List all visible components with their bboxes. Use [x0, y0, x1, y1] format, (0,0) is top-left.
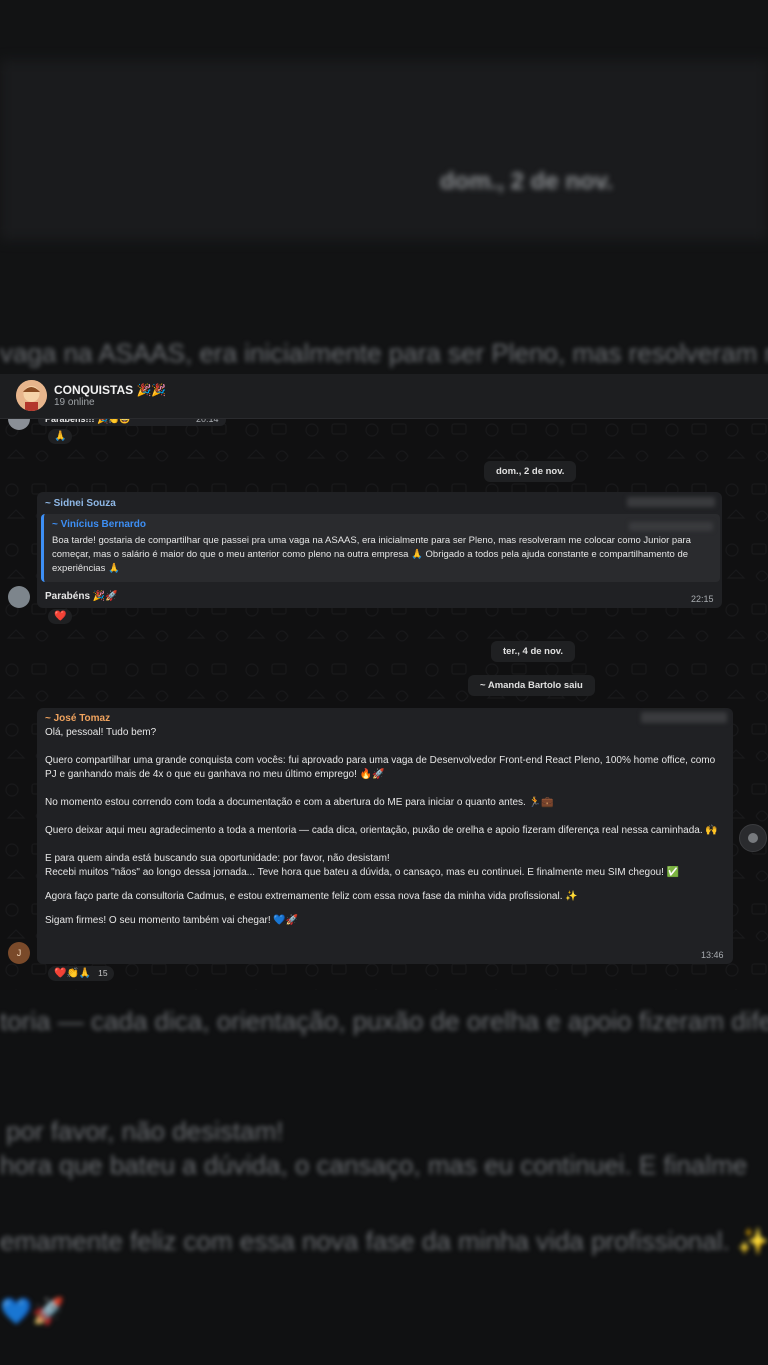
redacted-phone [641, 712, 727, 723]
message-paragraph: Quero deixar aqui meu agradecimento a to… [45, 825, 718, 836]
avatar[interactable] [8, 586, 30, 608]
chat-title: CONQUISTAS 🎉🎉 [54, 383, 167, 397]
message-paragraph: No momento estou correndo com toda a doc… [45, 797, 554, 808]
background-bottom: toria — cada dica, orientação, puxão de … [0, 990, 768, 1365]
message-body: Olá, pessoal! Tudo bem? Quero compartilh… [45, 726, 725, 928]
chat-window: CONQUISTAS 🎉🎉 19 online Parabéns!!! 🎉👏😄 … [0, 374, 768, 990]
scroll-indicator-icon [748, 833, 758, 843]
redacted-phone [627, 497, 715, 507]
message-bubble-sidnei: ~ Sidnei Souza ~ Vinícius Bernardo Boa t… [37, 492, 722, 608]
background-text: toria — cada dica, orientação, puxão de … [0, 1006, 768, 1036]
message-paragraph: Recebi muitos "nãos" ao longo dessa jorn… [45, 867, 680, 878]
background-text: por favor, não desistam! [6, 1116, 284, 1146]
redacted-phone [629, 522, 713, 531]
quoted-sender: ~ Vinícius Bernardo [52, 519, 147, 530]
background-text: 💙🚀 [0, 1296, 65, 1326]
message-paragraph: E para quem ainda está buscando sua opor… [45, 853, 390, 864]
reaction-badge[interactable]: 🙏 [48, 429, 73, 444]
background-date: dom., 2 de nov. [440, 168, 613, 195]
reaction-count: 15 [98, 968, 108, 978]
quoted-text: Boa tarde! gostaria de compartilhar que … [52, 535, 691, 574]
message-sender[interactable]: ~ Sidnei Souza [45, 498, 116, 509]
background-text: emamente feliz com essa nova fase da min… [0, 1226, 768, 1256]
date-separator: dom., 2 de nov. [484, 461, 577, 482]
message-time: 22:15 [691, 594, 714, 604]
quoted-message[interactable]: ~ Vinícius Bernardo Boa tarde! gostaria … [41, 514, 720, 582]
background-text: hora que bateu a dúvida, o cansaço, mas … [0, 1150, 748, 1180]
message-text: Parabéns 🎉🚀 [45, 591, 118, 602]
message-paragraph: Sigam firmes! O seu momento também vai c… [45, 915, 299, 926]
scroll-down-button[interactable] [739, 824, 767, 852]
message-paragraph: Agora faço parte da consultoria Cadmus, … [45, 891, 578, 902]
group-avatar[interactable] [16, 380, 47, 411]
online-count: 19 online [54, 397, 95, 408]
background-top: dom., 2 de nov. vaga na ASAAS, era inici… [0, 0, 768, 374]
avatar[interactable]: J [8, 942, 30, 964]
group-avatar-icon [16, 380, 47, 411]
reaction-badge[interactable]: ❤️👏🙏 15 [48, 966, 114, 981]
message-line: Olá, pessoal! Tudo bem? [45, 727, 157, 738]
message-time: 13:46 [701, 950, 724, 960]
background-text: vaga na ASAAS, era inicialmente para ser… [0, 338, 768, 368]
reaction-emojis: ❤️👏🙏 [54, 968, 92, 979]
background-pattern [0, 60, 768, 240]
message-sender[interactable]: ~ José Tomaz [45, 713, 110, 724]
message-bubble-jose: ~ José Tomaz Olá, pessoal! Tudo bem? Que… [37, 708, 733, 964]
chat-header[interactable]: CONQUISTAS 🎉🎉 19 online [0, 374, 768, 419]
message-paragraph: Quero compartilhar uma grande conquista … [45, 755, 716, 780]
system-message: ~ Amanda Bartolo saiu [468, 675, 595, 696]
reaction-badge[interactable]: ❤️ [48, 609, 73, 624]
date-separator: ter., 4 de nov. [491, 641, 576, 662]
